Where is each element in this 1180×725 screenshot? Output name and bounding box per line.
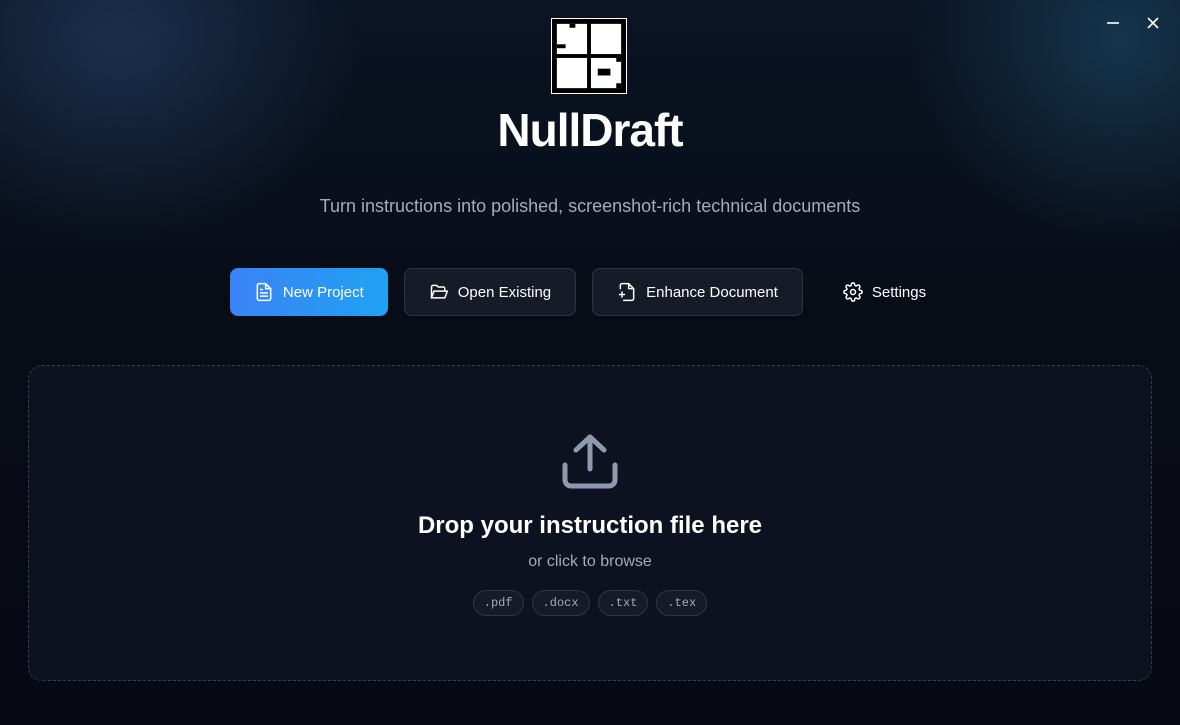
file-type-list: .pdf .docx .txt .tex — [0, 590, 1180, 616]
dropzone-subtitle: or click to browse — [528, 553, 652, 570]
action-bar: New Project Open Existing Enhance Docume… — [0, 268, 1180, 316]
gear-icon — [843, 282, 863, 302]
enhance-document-label: Enhance Document — [646, 283, 778, 301]
file-text-icon — [256, 282, 272, 302]
new-project-button[interactable]: New Project — [229, 268, 388, 316]
open-existing-button[interactable]: Open Existing — [403, 268, 577, 316]
settings-button[interactable]: Settings — [819, 268, 950, 316]
new-project-label: New Project — [282, 283, 364, 301]
window-controls — [1104, 14, 1162, 32]
minimize-button[interactable] — [1104, 14, 1122, 32]
folder-open-icon — [430, 284, 448, 299]
file-plus-icon — [618, 282, 635, 302]
file-type-chip: .docx — [531, 590, 590, 616]
app-tagline: Turn instructions into polished, screens… — [319, 196, 861, 216]
file-type-chip: .pdf — [472, 590, 524, 616]
app-name: NullDraft — [497, 104, 683, 156]
enhance-document-button[interactable]: Enhance Document — [592, 268, 803, 316]
settings-label: Settings — [871, 283, 927, 301]
close-button[interactable] — [1144, 14, 1162, 32]
file-type-chip: .txt — [597, 590, 649, 616]
minus-icon — [1107, 22, 1119, 24]
app-logo-mark — [551, 18, 627, 94]
logo-icon — [556, 23, 622, 89]
open-existing-label: Open Existing — [457, 283, 552, 301]
x-icon — [1147, 17, 1159, 29]
dropzone-title: Drop your instruction file here — [417, 512, 763, 539]
upload-icon — [562, 434, 618, 489]
file-type-chip: .tex — [656, 590, 708, 616]
